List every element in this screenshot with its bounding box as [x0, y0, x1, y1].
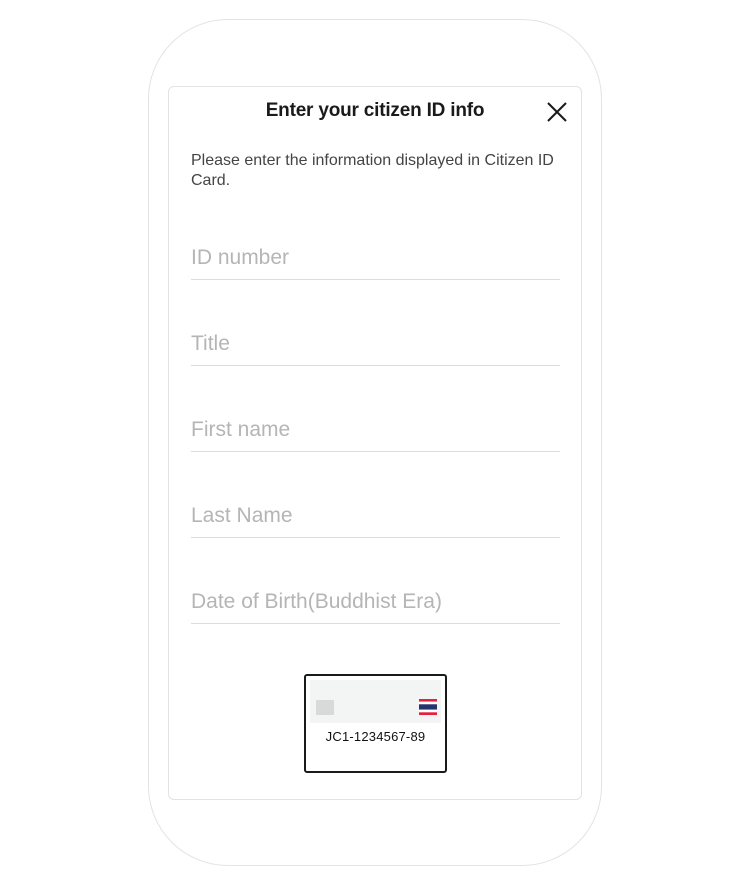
close-button[interactable]: [544, 99, 570, 125]
title-field[interactable]: [191, 322, 560, 365]
first-name-field[interactable]: [191, 408, 560, 451]
card-number: JC1-1234567-89: [325, 729, 426, 744]
date-of-birth-field[interactable]: [191, 580, 560, 623]
id-number-field[interactable]: [191, 236, 560, 279]
id-card-illustration: JC1-1234567-89: [304, 674, 447, 773]
close-icon: [547, 102, 567, 122]
date-of-birth-field-wrapper: [191, 580, 560, 624]
last-name-field[interactable]: [191, 494, 560, 537]
instructions-text: Please enter the information displayed i…: [191, 152, 554, 189]
title-field-wrapper: [191, 322, 560, 366]
last-name-field-wrapper: [191, 494, 560, 538]
dialog-title: Enter your citizen ID info: [265, 100, 485, 121]
card-chip-icon: [316, 700, 334, 715]
thai-flag-icon: [419, 699, 437, 715]
first-name-field-wrapper: [191, 408, 560, 452]
id-number-field-wrapper: [191, 236, 560, 280]
